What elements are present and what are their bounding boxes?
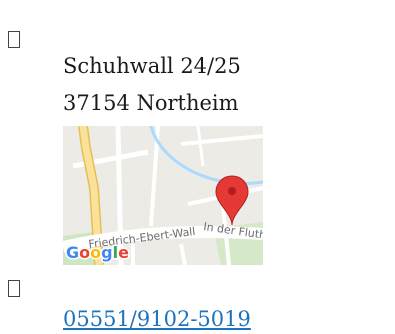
phone-link[interactable]: 05551/9102-5019 <box>63 306 251 332</box>
google-logo: Google <box>66 243 129 262</box>
phone-icon <box>8 280 20 297</box>
location-map[interactable]: Friedrich-Ebert-Wall In der Fluth Google <box>63 126 263 265</box>
map-marker-icon <box>8 31 20 48</box>
address-street: Schuhwall 24/25 <box>63 54 241 78</box>
address-city: 37154 Northeim <box>63 91 239 115</box>
